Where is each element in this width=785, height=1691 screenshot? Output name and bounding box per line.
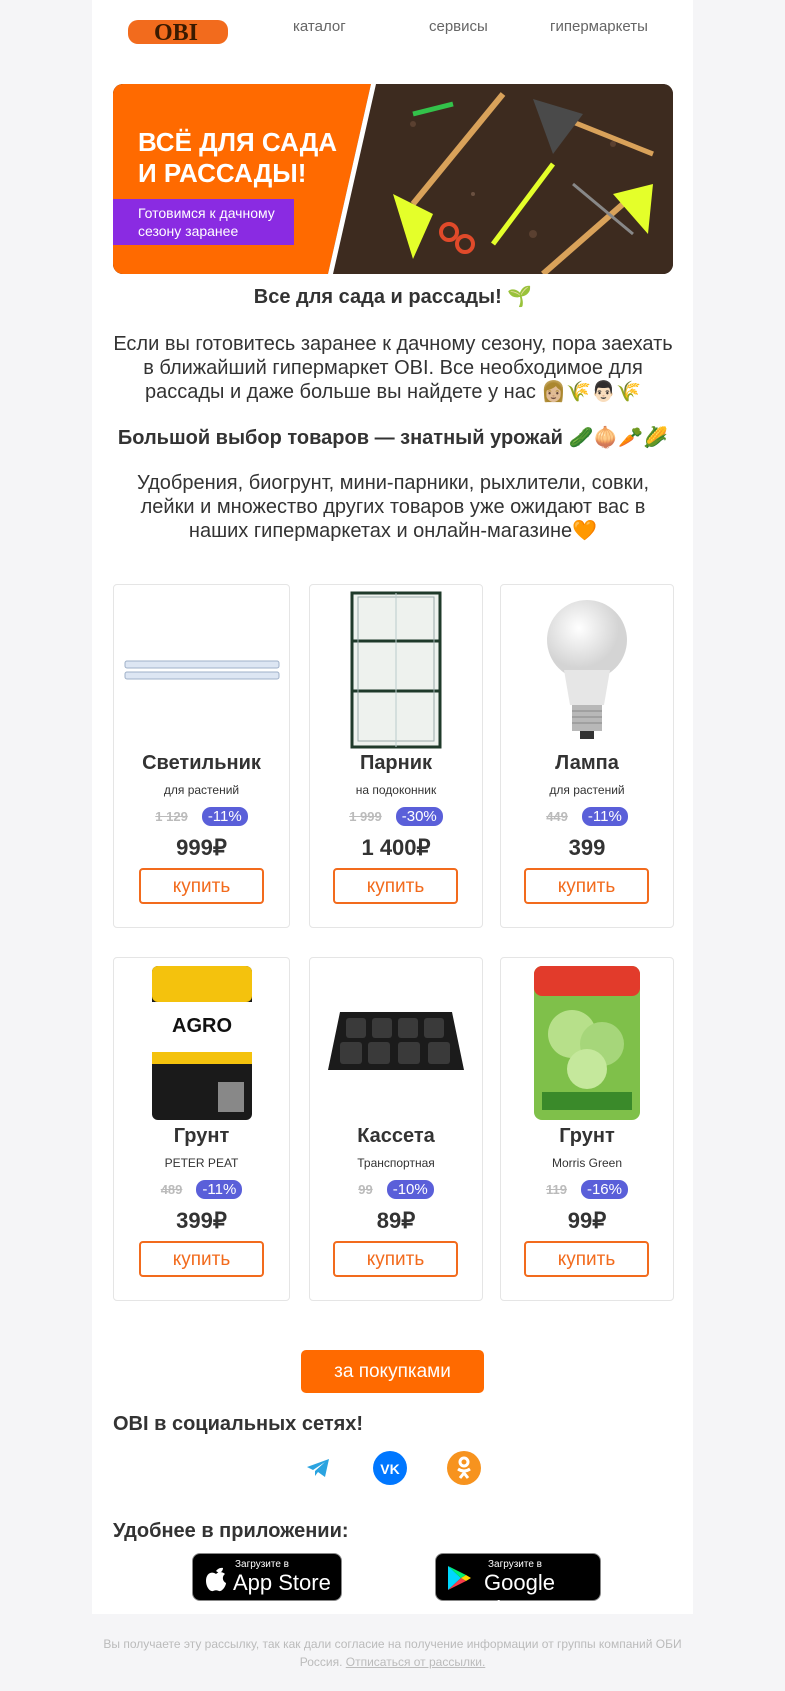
obi-logo[interactable]: OBI: [128, 18, 230, 46]
product-name: Светильник: [142, 752, 261, 774]
logo-text: OBI: [154, 20, 198, 46]
buy-button[interactable]: купить: [333, 868, 458, 904]
product-subtitle: PETER PEAT: [164, 1156, 239, 1170]
product-card-bulb[interactable]: Лампа для растений 449 -11% 399 купить: [500, 584, 674, 928]
soil-bag-agro-image: AGRO: [114, 964, 289, 1122]
product-name: Лампа: [555, 752, 619, 774]
old-price: 1 999: [349, 809, 382, 824]
odnoklassniki-icon[interactable]: [447, 1451, 481, 1485]
product-card-soil-morris-green[interactable]: Грунт Morris Green 119 -16% 99₽ купить: [500, 957, 674, 1301]
price-line: 119 -16%: [501, 1180, 673, 1199]
product-price: 89₽: [376, 1208, 416, 1233]
buy-button[interactable]: купить: [139, 868, 264, 904]
nav-services[interactable]: сервисы: [429, 18, 488, 35]
buy-button[interactable]: купить: [333, 1241, 458, 1277]
intro-paragraph-1: Если вы готовитесь заранее к дачному сез…: [113, 333, 673, 403]
product-subtitle: для растений: [163, 783, 240, 797]
product-subtitle: Транспортная: [357, 1156, 435, 1170]
price-line: 1 999 -30%: [310, 807, 482, 826]
product-subtitle: для растений: [549, 783, 625, 797]
google-play-icon: [448, 1566, 471, 1590]
banner-headline-2: И РАССАДЫ!: [138, 158, 306, 188]
google-play-button[interactable]: Загрузите в Google play: [435, 1553, 601, 1621]
email-body: OBI каталог сервисы гипермаркеты ВСЁ ДЛЯ…: [92, 0, 693, 1621]
shop-now-button[interactable]: за покупками: [301, 1350, 484, 1393]
intro-paragraph-2: Удобрения, биогрунт, мини-парники, рыхли…: [136, 472, 650, 542]
product-name: Грунт: [559, 1125, 615, 1147]
app-store-big-text: App Store: [233, 1570, 331, 1595]
product-name: Грунт: [173, 1125, 230, 1147]
discount-badge: -11%: [581, 807, 628, 826]
nav-catalog[interactable]: каталог: [293, 18, 346, 35]
old-price: 489: [160, 1182, 183, 1197]
apps-title: Удобнее в приложении:: [113, 1520, 349, 1542]
unsubscribe-link[interactable]: Отписаться от рассылки.: [346, 1655, 486, 1669]
seedling-tray-image: [310, 964, 482, 1122]
product-name: Кассета: [357, 1125, 435, 1147]
nav-hypermarkets[interactable]: гипермаркеты: [550, 18, 648, 35]
banner-headline-1: ВСЁ ДЛЯ САДА: [138, 127, 337, 157]
discount-badge: -30%: [395, 807, 443, 826]
banner-tag-2: сезону заранее: [138, 223, 238, 239]
old-price: 119: [545, 1182, 567, 1197]
discount-badge: -16%: [580, 1180, 628, 1199]
price-line: 449 -11%: [501, 807, 673, 826]
greenhouse-rack-image: [310, 591, 482, 749]
product-card-tray[interactable]: Кассета Транспортная 99 -10% 89₽ купить: [309, 957, 483, 1301]
vk-icon[interactable]: VK: [373, 1451, 407, 1485]
old-price: 99: [358, 1182, 373, 1197]
product-subtitle: на подоконник: [355, 783, 437, 797]
product-price: 99₽: [567, 1208, 607, 1233]
discount-badge: -11%: [201, 807, 248, 826]
price-line: 489 -11%: [114, 1180, 289, 1199]
footer: Вы получаете эту рассылку, так как дали …: [92, 1614, 693, 1691]
product-subtitle: Morris Green: [551, 1156, 622, 1170]
product-price: 399: [568, 835, 606, 860]
svg-text:AGRO: AGRO: [172, 1015, 232, 1037]
product-price: 399₽: [176, 1208, 227, 1233]
google-play-small-text: Загрузите в: [488, 1559, 542, 1570]
app-store-button[interactable]: Загрузите в App Store: [192, 1553, 342, 1601]
svg-text:VK: VK: [380, 1461, 399, 1475]
price-line: 99 -10%: [310, 1180, 482, 1199]
product-card-greenhouse[interactable]: Парник на подоконник 1 999 -30% 1 400₽ к…: [309, 584, 483, 928]
soil-bag-green-image: [501, 964, 673, 1122]
telegram-icon[interactable]: [301, 1451, 335, 1485]
apple-icon: [206, 1567, 226, 1592]
social-title: OBI в социальных сетях!: [113, 1413, 364, 1435]
discount-badge: -11%: [196, 1180, 243, 1199]
price-line: 1 129 -11%: [114, 807, 289, 826]
product-card-lamp-strip[interactable]: Светильник для растений 1 129 -11% 999₽ …: [113, 584, 290, 928]
product-name: Парник: [359, 752, 433, 774]
product-price: 999₽: [176, 835, 227, 860]
product-card-soil-peter-peat[interactable]: AGRO Грунт PETER PEAT 489 -11% 399₽ купи…: [113, 957, 290, 1301]
light-bulb-image: [501, 591, 673, 749]
intro-subtitle: Большой выбор товаров — знатный урожай 🥒…: [117, 427, 669, 449]
banner-tag-1: Готовимся к дачному: [138, 205, 275, 221]
old-price: 1 129: [155, 809, 188, 824]
buy-button[interactable]: купить: [139, 1241, 264, 1277]
buy-button[interactable]: купить: [524, 1241, 649, 1277]
app-store-small-text: Загрузите в: [235, 1559, 289, 1570]
led-strip-lamp-image: [114, 591, 289, 749]
product-price: 1 400₽: [361, 835, 431, 860]
buy-button[interactable]: купить: [524, 868, 649, 904]
old-price: 449: [546, 809, 568, 824]
hero-banner[interactable]: ВСЁ ДЛЯ САДА И РАССАДЫ! Готовимся к дачн…: [113, 84, 673, 274]
intro-title: Все для сада и рассады! 🌱: [253, 286, 533, 308]
discount-badge: -10%: [386, 1180, 434, 1199]
